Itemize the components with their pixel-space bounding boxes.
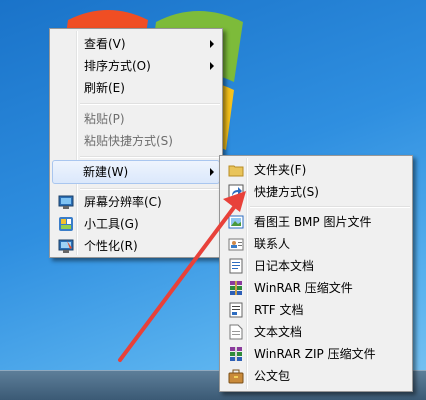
menu-item-sort-by[interactable]: 排序方式(O) [52, 55, 220, 77]
image-file-icon [228, 215, 244, 229]
menu-item-screen-resolution[interactable]: 屏幕分辨率(C) [52, 191, 220, 213]
rtf-icon [229, 302, 243, 318]
menu-separator [80, 103, 220, 105]
menu-separator [80, 156, 220, 158]
menu-separator [250, 206, 410, 208]
gadgets-icon [59, 217, 73, 231]
submenu-item-winrar-zip[interactable]: WinRAR ZIP 压缩文件 [222, 343, 410, 365]
contact-icon [228, 238, 244, 251]
submenu-item-bmp-image[interactable]: 看图王 BMP 图片文件 [222, 211, 410, 233]
menu-item-personalize[interactable]: 个性化(R) [52, 235, 220, 257]
submenu-arrow-icon [210, 40, 214, 48]
monitor-icon [58, 195, 74, 209]
menu-item-view[interactable]: 查看(V) [52, 33, 220, 55]
submenu-item-journal[interactable]: 日记本文档 [222, 255, 410, 277]
shortcut-icon [228, 184, 244, 200]
personalize-icon [58, 239, 74, 253]
winrar-zip-icon [230, 347, 242, 361]
briefcase-icon [228, 369, 244, 384]
menu-item-paste[interactable]: 粘贴(P) [52, 108, 220, 130]
menu-separator [80, 188, 220, 190]
submenu-arrow-icon [210, 62, 214, 70]
journal-icon [229, 258, 243, 274]
folder-icon [228, 165, 244, 177]
text-file-icon [229, 324, 243, 340]
submenu-item-text[interactable]: 文本文档 [222, 321, 410, 343]
menu-item-new[interactable]: 新建(W) [52, 160, 220, 184]
submenu-item-contact[interactable]: 联系人 [222, 233, 410, 255]
menu-item-paste-shortcut[interactable]: 粘贴快捷方式(S) [52, 130, 220, 152]
submenu-item-shortcut[interactable]: 快捷方式(S) [222, 181, 410, 203]
submenu-arrow-icon [210, 168, 214, 176]
desktop-context-menu: 查看(V) 排序方式(O) 刷新(E) 粘贴(P) 粘贴快捷方式(S) 新建(W… [49, 28, 223, 258]
winrar-icon [230, 281, 242, 295]
submenu-item-briefcase[interactable]: 公文包 [222, 365, 410, 387]
submenu-item-winrar[interactable]: WinRAR 压缩文件 [222, 277, 410, 299]
submenu-item-folder[interactable]: 文件夹(F) [222, 159, 410, 181]
new-submenu: 文件夹(F) 快捷方式(S) 看图王 BMP 图片文件 联系人 日记本文档 Wi… [219, 155, 413, 392]
menu-item-gadgets[interactable]: 小工具(G) [52, 213, 220, 235]
submenu-item-rtf[interactable]: RTF 文档 [222, 299, 410, 321]
menu-item-refresh[interactable]: 刷新(E) [52, 77, 220, 99]
